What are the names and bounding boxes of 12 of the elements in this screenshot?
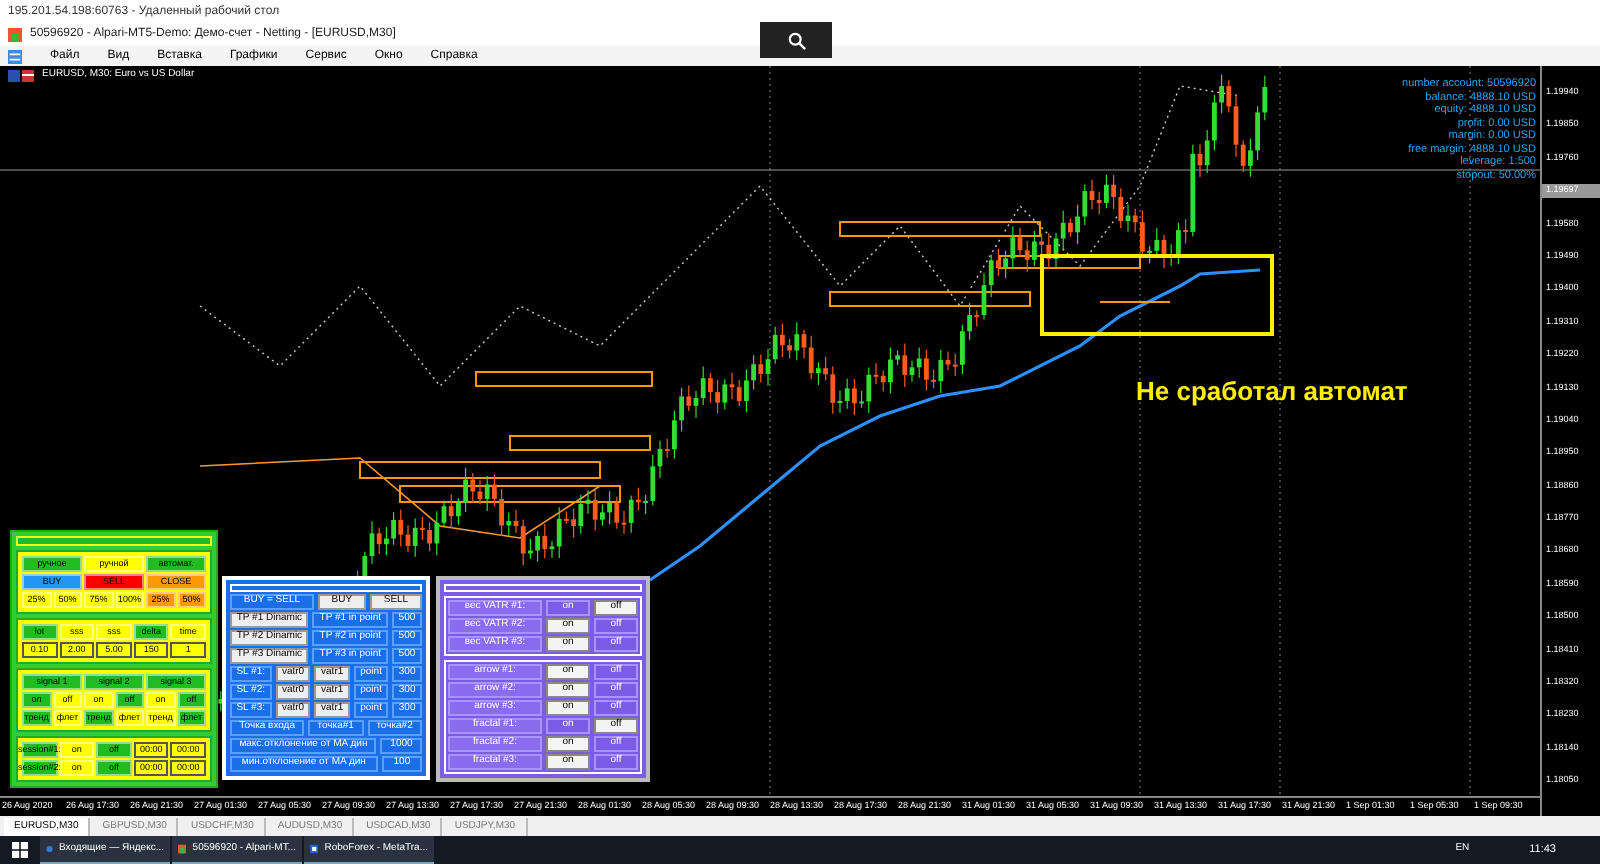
app-icon [178, 842, 187, 856]
browser-icon [46, 842, 54, 856]
windows-start-icon[interactable] [12, 842, 28, 858]
level-line [1099, 301, 1171, 303]
zoom-icon[interactable] [787, 31, 805, 49]
app-menu-icon[interactable] [8, 49, 22, 63]
zoom-toolbar[interactable] [760, 22, 832, 58]
annotation-text: Не сработал автомат [1136, 374, 1408, 410]
level-rectangle [509, 435, 651, 451]
flag-icon [8, 69, 36, 82]
app-icon [310, 842, 319, 856]
app-icon [8, 28, 22, 42]
